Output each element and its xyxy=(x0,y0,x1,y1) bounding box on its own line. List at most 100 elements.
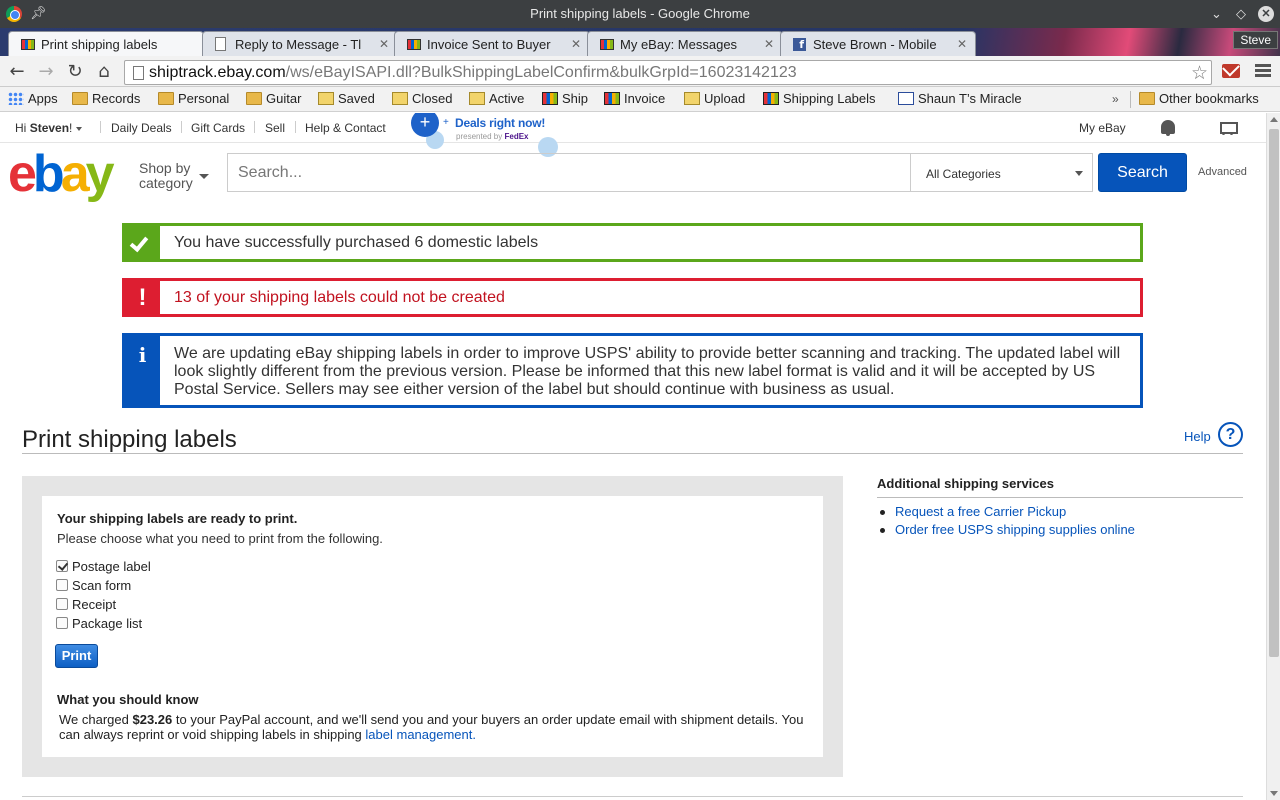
bookmarks-overflow-chevron[interactable]: » xyxy=(1112,92,1119,106)
scroll-down-arrow-icon[interactable] xyxy=(1270,791,1278,796)
folder-icon xyxy=(246,92,262,105)
promo-subtitle: presented by FedEx xyxy=(456,132,529,141)
shopping-cart-icon[interactable] xyxy=(1217,120,1238,135)
close-tab-icon[interactable]: ✕ xyxy=(764,37,774,51)
close-tab-icon[interactable]: ✕ xyxy=(379,37,389,51)
advanced-search-link[interactable]: Advanced xyxy=(1198,166,1247,178)
bookmark-shaun-t[interactable]: Shaun T’s Miracle xyxy=(898,91,1022,106)
help-link[interactable]: Help xyxy=(1184,429,1211,444)
extension-mail-icon[interactable] xyxy=(1222,64,1240,78)
scrollbar-thumb[interactable] xyxy=(1269,129,1279,657)
labels-ready-heading: Your shipping labels are ready to print. xyxy=(57,511,298,526)
title-divider xyxy=(22,453,1243,454)
search-button[interactable]: Search xyxy=(1098,153,1187,192)
print-button[interactable]: Print xyxy=(55,644,98,668)
bookmarks-divider xyxy=(1130,91,1131,108)
checkmark-icon xyxy=(125,226,160,259)
bookmark-ship[interactable]: Ship xyxy=(542,91,588,106)
chart-icon xyxy=(469,92,485,105)
bookmark-upload[interactable]: Upload xyxy=(684,91,745,106)
usps-supplies-link[interactable]: Order free USPS shipping supplies online xyxy=(880,521,1135,539)
bookmark-apps[interactable]: Apps xyxy=(8,91,58,106)
tab-reply-to-message[interactable]: Reply to Message - Tl ✕ xyxy=(202,31,398,56)
ebay-favicon-icon xyxy=(407,39,421,50)
chrome-menu-icon[interactable] xyxy=(1255,64,1271,78)
plus-small-icon: + xyxy=(443,117,449,128)
address-bar[interactable]: shiptrack.ebay.com/ws/eBayISAPI.dll?Bulk… xyxy=(124,60,1212,85)
success-message: You have successfully purchased 6 domest… xyxy=(122,223,1143,262)
user-name: Steven xyxy=(29,121,70,135)
tab-strip: Print shipping labels Reply to Message -… xyxy=(0,28,1280,56)
my-ebay-link[interactable]: My eBay xyxy=(1079,121,1126,135)
carrier-pickup-link[interactable]: Request a free Carrier Pickup xyxy=(880,503,1135,521)
daily-deals-link[interactable]: Daily Deals xyxy=(111,121,172,135)
tab-invoice-sent[interactable]: Invoice Sent to Buyer ✕ xyxy=(394,31,590,56)
ebay-favicon-icon xyxy=(763,92,779,105)
page-title: Print shipping labels xyxy=(22,426,237,453)
bookmark-other-bookmarks[interactable]: Other bookmarks xyxy=(1139,91,1259,106)
bookmark-active[interactable]: Active xyxy=(469,91,524,106)
bookmark-guitar[interactable]: Guitar xyxy=(246,91,301,106)
folder-icon xyxy=(1139,92,1155,105)
help-contact-link[interactable]: Help & Contact xyxy=(305,121,386,135)
reload-icon[interactable]: ↻ xyxy=(64,61,86,83)
receipt-checkbox[interactable] xyxy=(56,598,68,610)
tab-my-ebay-messages[interactable]: My eBay: Messages ✕ xyxy=(587,31,783,56)
folder-icon xyxy=(72,92,88,105)
bookmarks-bar: Apps Records Personal Guitar Saved Close… xyxy=(0,87,1280,112)
home-icon[interactable]: ⌂ xyxy=(93,61,115,83)
bookmark-closed[interactable]: Closed xyxy=(392,91,452,106)
chevron-down-icon xyxy=(76,126,83,131)
success-message-text: You have successfully purchased 6 domest… xyxy=(174,234,539,251)
postage-label-checkbox[interactable] xyxy=(56,560,68,572)
charge-amount: $23.26 xyxy=(132,712,173,727)
ebay-favicon-icon xyxy=(600,39,614,50)
error-message: ! 13 of your shipping labels could not b… xyxy=(122,278,1143,317)
folder-icon xyxy=(158,92,174,105)
scan-form-checkbox[interactable] xyxy=(56,579,68,591)
bookmark-personal[interactable]: Personal xyxy=(158,91,229,106)
scroll-up-arrow-icon[interactable] xyxy=(1270,117,1278,122)
bookmark-records[interactable]: Records xyxy=(72,91,140,106)
gift-cards-link[interactable]: Gift Cards xyxy=(191,121,245,135)
search-input[interactable]: Search... xyxy=(227,153,911,192)
shop-by-category-button[interactable]: Shop by category xyxy=(139,161,193,191)
ebay-favicon-icon xyxy=(21,39,35,50)
category-select[interactable]: All Categories xyxy=(910,153,1093,192)
what-you-should-know-heading: What you should know xyxy=(57,692,199,707)
window-titlebar: 📌︎ Print shipping labels - Google Chrome… xyxy=(0,0,1280,28)
label-management-link[interactable]: label management. xyxy=(365,727,476,742)
package-list-checkbox[interactable] xyxy=(56,617,68,629)
tab-steve-brown[interactable]: f Steve Brown - Mobile ✕ xyxy=(780,31,976,56)
forward-arrow-icon[interactable]: → xyxy=(35,61,57,83)
bookmark-shipping-labels[interactable]: Shipping Labels xyxy=(763,91,876,106)
help-question-icon[interactable]: ? xyxy=(1218,422,1243,447)
bookmark-invoice[interactable]: Invoice xyxy=(604,91,665,106)
vertical-scrollbar[interactable] xyxy=(1266,113,1280,800)
additional-services-heading: Additional shipping services xyxy=(877,476,1054,491)
tab-label: Reply to Message - Tl xyxy=(235,37,362,52)
sell-link[interactable]: Sell xyxy=(265,121,285,135)
tab-print-shipping-labels[interactable]: Print shipping labels xyxy=(8,31,204,56)
ebay-favicon-icon xyxy=(542,92,558,105)
maximize-icon[interactable]: ◇ xyxy=(1236,6,1246,22)
bookmark-star-icon[interactable]: ☆ xyxy=(1191,62,1208,84)
back-arrow-icon[interactable]: ← xyxy=(6,61,28,83)
url-text: shiptrack.ebay.com/ws/eBayISAPI.dll?Bulk… xyxy=(149,64,797,81)
profile-button[interactable]: Steve xyxy=(1233,31,1278,49)
ebay-logo[interactable]: ebay xyxy=(8,144,115,204)
minimize-icon[interactable]: ⌄ xyxy=(1211,6,1222,22)
additional-services-list: Request a free Carrier Pickup Order free… xyxy=(880,503,1135,539)
close-window-icon[interactable]: ✕ xyxy=(1258,6,1274,22)
close-tab-icon[interactable]: ✕ xyxy=(957,37,967,51)
close-tab-icon[interactable]: ✕ xyxy=(571,37,581,51)
page-favicon-icon xyxy=(215,37,226,51)
charge-notice: We charged $23.26 to your PayPal account… xyxy=(59,712,804,742)
tab-label: Invoice Sent to Buyer xyxy=(427,37,551,52)
error-message-text: 13 of your shipping labels could not be … xyxy=(174,289,505,306)
bookmark-saved[interactable]: Saved xyxy=(318,91,375,106)
tab-label: Steve Brown - Mobile xyxy=(813,37,937,52)
user-greeting-menu[interactable]: Hi Steven! xyxy=(15,121,83,135)
notification-bell-icon[interactable] xyxy=(1161,120,1175,136)
page-content: Hi Steven! Daily Deals Gift Cards Sell H… xyxy=(0,113,1266,800)
